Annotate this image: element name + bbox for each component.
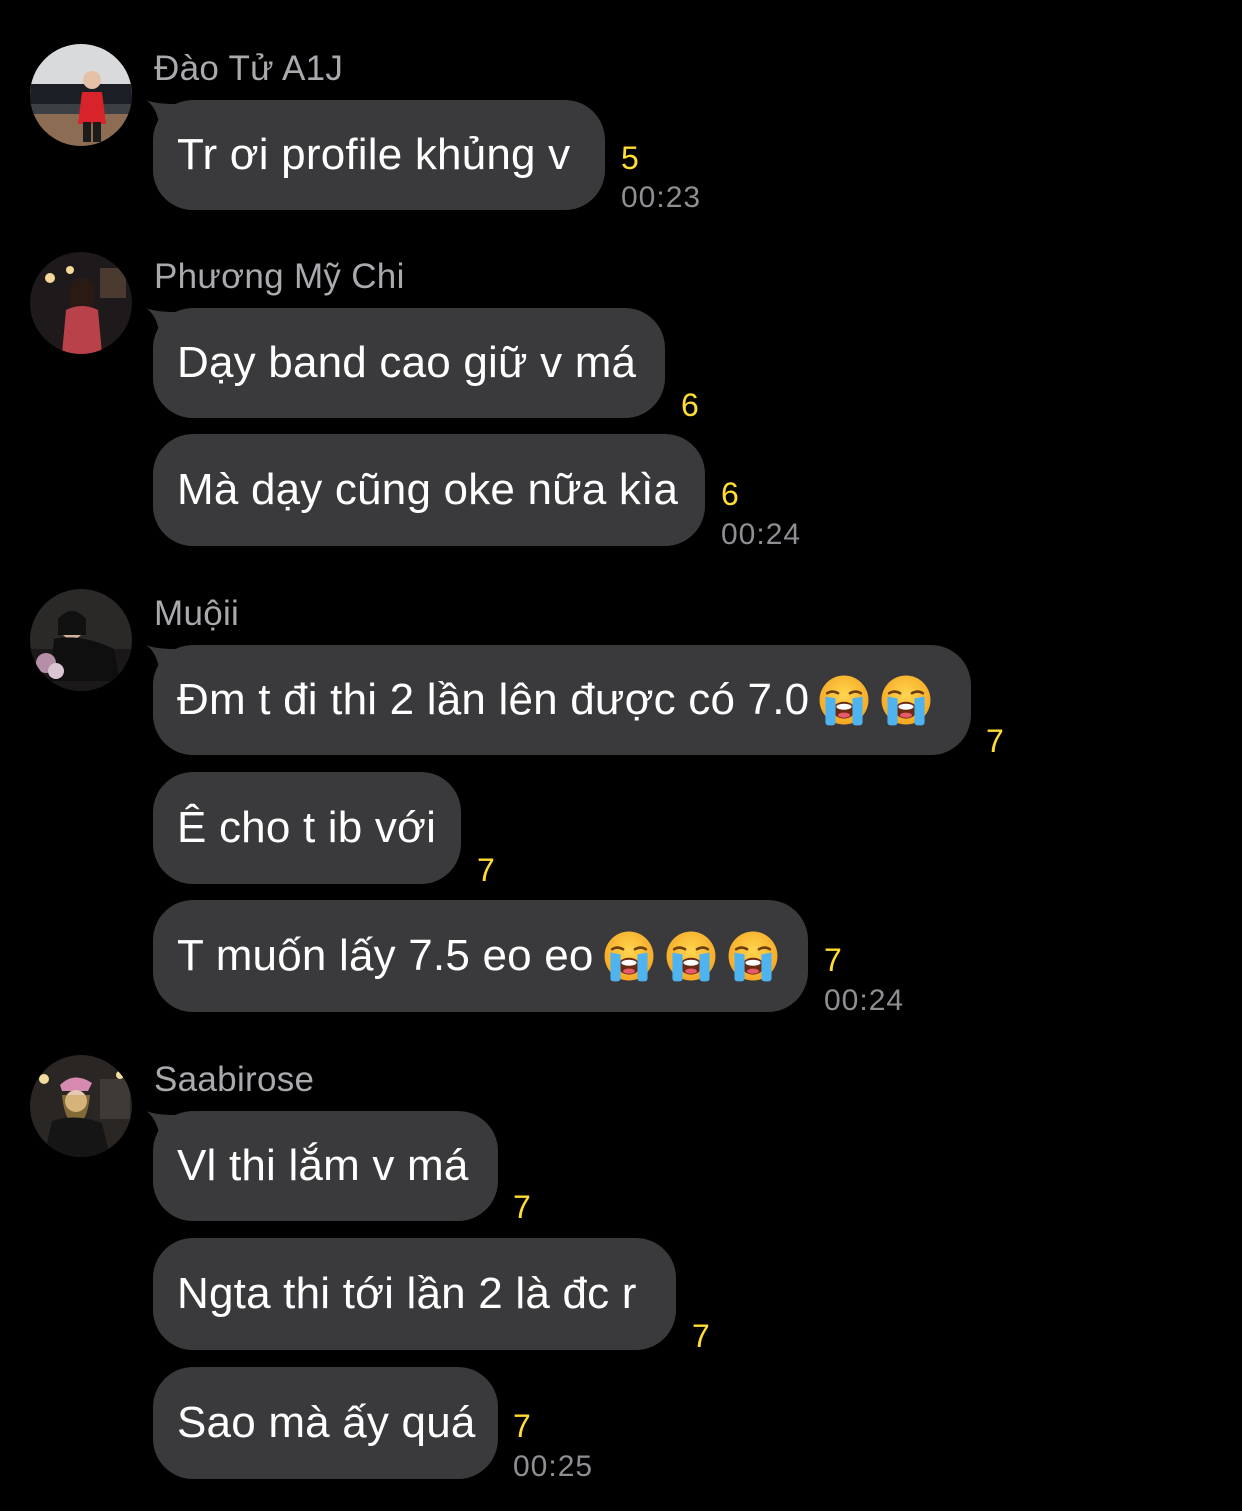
- message-bubble[interactable]: Ngta thi tới lần 2 là đc r: [153, 1238, 676, 1350]
- message-text: Vl thi lắm v má: [177, 1141, 469, 1190]
- sender-name: Saabirose: [154, 1060, 315, 1099]
- reaction-count[interactable]: 7: [513, 1408, 531, 1445]
- message-timestamp: 00:25: [513, 1450, 594, 1483]
- message-bubble[interactable]: Sao mà ấy quá: [153, 1367, 498, 1479]
- message-text: Ngta thi tới lần 2 là đc r: [177, 1269, 637, 1318]
- avatar[interactable]: [30, 1055, 132, 1157]
- reaction-count[interactable]: 7: [513, 1189, 531, 1226]
- message-bubble[interactable]: Vl thi lắm v má: [153, 1111, 498, 1221]
- message-group: Saabirose Vl thi lắm v má 7 Ngta thi tới…: [0, 0, 1242, 1511]
- message-text: Sao mà ấy quá: [177, 1398, 476, 1447]
- reaction-count[interactable]: 7: [692, 1318, 710, 1355]
